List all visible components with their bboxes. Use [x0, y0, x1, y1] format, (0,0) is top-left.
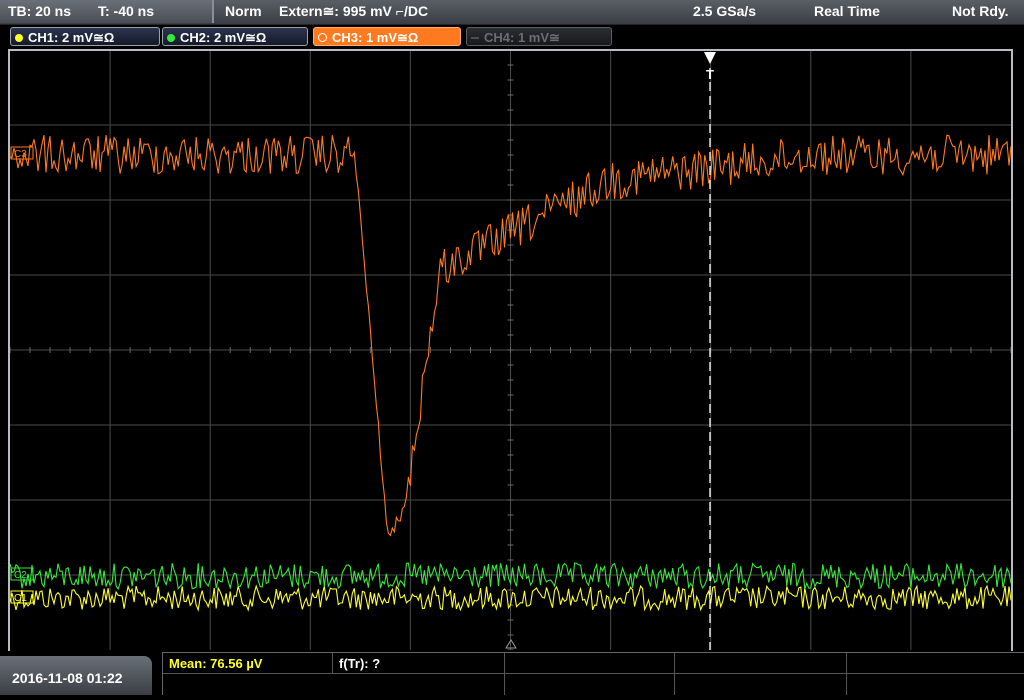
- measurement-slot-8[interactable]: [675, 674, 847, 695]
- ch1-reference-marker[interactable]: C1: [10, 590, 34, 604]
- timebase-readout[interactable]: TB: 20 ns: [8, 3, 71, 19]
- ch2-ref-label: C2: [14, 570, 27, 581]
- channel-tab-ch3[interactable]: CH3: 1 mV≅Ω: [313, 27, 461, 46]
- graticule-grid: [10, 50, 1011, 650]
- measurement-slot-4[interactable]: [675, 653, 847, 674]
- measurement-slot-6[interactable]: [163, 674, 505, 695]
- ch2-indicator-icon: [167, 34, 175, 42]
- measurement-mean[interactable]: Mean: 76.56 µV: [163, 653, 333, 674]
- waveform-display[interactable]: T C3 C2 C1: [10, 50, 1011, 650]
- acquisition-mode[interactable]: Norm: [225, 3, 262, 19]
- ch4-indicator-icon: [471, 37, 479, 39]
- trigger-state: Not Rdy.: [952, 3, 1009, 19]
- datetime-text: 2016-11-08 01:22: [12, 670, 123, 686]
- channel-tab-ch4[interactable]: CH4: 1 mV≅: [466, 27, 612, 46]
- trigger-marker-icon[interactable]: [704, 52, 716, 64]
- datetime-display: 2016-11-08 01:22: [0, 656, 152, 695]
- channel-tab-ch1[interactable]: CH1: 2 mV≅Ω: [10, 27, 160, 46]
- trigger-offset-readout[interactable]: T: -40 ns: [98, 3, 154, 19]
- ch1-ref-label: C1: [14, 593, 27, 604]
- measurement-panel[interactable]: Mean: 76.56 µV f(Tr): ?: [162, 652, 1024, 695]
- ch3-indicator-icon: [318, 33, 327, 42]
- timebase-panel[interactable]: TB: 20 ns T: -40 ns: [0, 0, 214, 23]
- sample-rate-readout[interactable]: 2.5 GSa/s: [693, 3, 756, 19]
- channel-tabs: CH1: 2 mV≅Ω CH2: 2 mV≅Ω CH3: 1 mV≅Ω CH4:…: [0, 25, 1024, 49]
- ch4-label: CH4: 1 mV≅: [484, 30, 560, 45]
- bottom-bar: 2016-11-08 01:22 Mean: 76.56 µV f(Tr): ?: [0, 652, 1024, 695]
- ch3-label: CH3: 1 mV≅Ω: [332, 30, 419, 45]
- trigger-source-readout[interactable]: Extern≅: 995 mV ⌐/DC: [279, 3, 428, 20]
- ch1-indicator-icon: [15, 34, 23, 42]
- measurement-slot-3[interactable]: [505, 653, 675, 674]
- status-bar: TB: 20 ns T: -40 ns Norm Extern≅: 995 mV…: [0, 0, 1024, 25]
- measurement-ftr[interactable]: f(Tr): ?: [333, 653, 505, 674]
- channel-tab-ch2[interactable]: CH2: 2 mV≅Ω: [162, 27, 308, 46]
- trigger-marker-label: T: [706, 67, 714, 82]
- sampling-mode[interactable]: Real Time: [814, 3, 880, 19]
- measurement-slot-7[interactable]: [505, 674, 675, 695]
- ch3-ref-label: C3: [14, 149, 27, 160]
- ch2-label: CH2: 2 mV≅Ω: [180, 30, 267, 45]
- measurement-slot-5[interactable]: [847, 653, 1024, 674]
- ch1-label: CH1: 2 mV≅Ω: [28, 30, 115, 45]
